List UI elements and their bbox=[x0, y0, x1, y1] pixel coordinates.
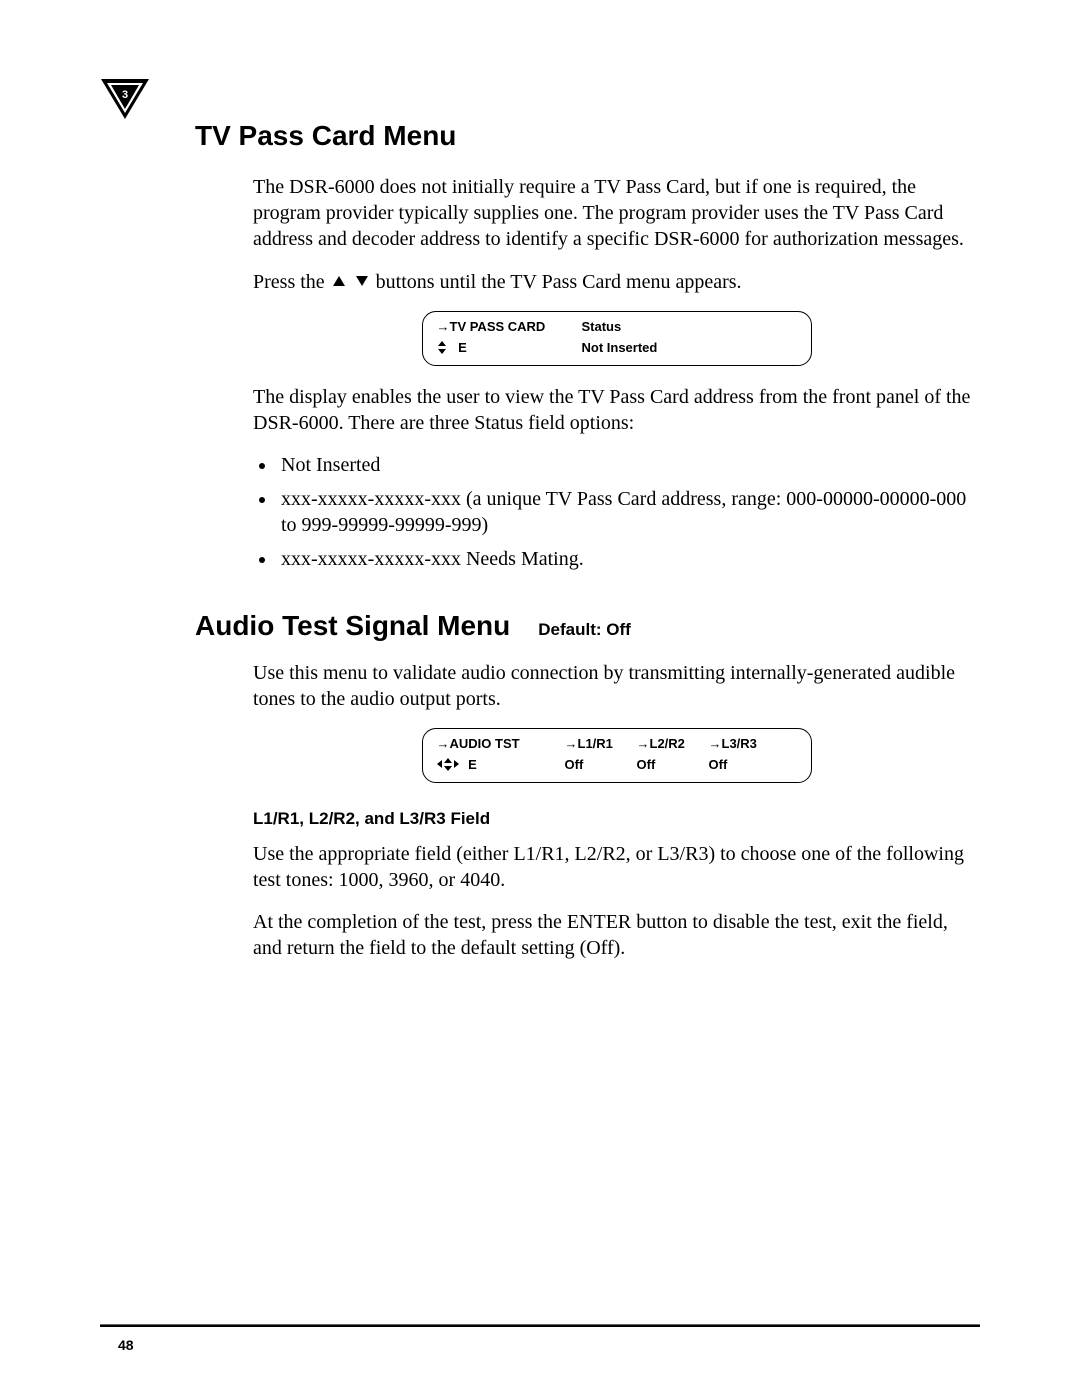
lcd-cell: →L3/R3 bbox=[709, 736, 771, 753]
paragraph: Use the appropriate field (either L1/R1,… bbox=[253, 841, 980, 893]
left-right-up-down-arrow-icon bbox=[437, 757, 463, 772]
lcd-cell: →L1/R1 bbox=[565, 736, 627, 753]
svg-text:3: 3 bbox=[122, 89, 128, 101]
paragraph: The display enables the user to view the… bbox=[253, 384, 980, 436]
list-item: xxx-xxxxx-xxxxx-xxx Needs Mating. bbox=[277, 546, 980, 572]
list-item: Not Inserted bbox=[277, 452, 980, 478]
lcd-display-tv-pass-card: →TV PASS CARD Status E Not Inserted bbox=[422, 311, 812, 366]
lcd-row: E Not Inserted bbox=[437, 340, 797, 357]
section2-sub-body: Use the appropriate field (either L1/R1,… bbox=[253, 841, 980, 961]
paragraph: The DSR-6000 does not initially require … bbox=[253, 174, 980, 252]
heading-default-label: Default: Off bbox=[538, 620, 631, 640]
heading-audio-test-signal-menu: Audio Test Signal Menu bbox=[195, 610, 510, 642]
content-area: TV Pass Card Menu The DSR-6000 does not … bbox=[195, 70, 980, 961]
chapter-badge: 3 bbox=[100, 78, 150, 120]
lcd-cell: →AUDIO TST bbox=[437, 736, 555, 753]
bullet-list: Not Inserted xxx-xxxxx-xxxxx-xxx (a uniq… bbox=[253, 452, 980, 572]
lcd-cell: Off bbox=[565, 757, 627, 774]
list-item: xxx-xxxxx-xxxxx-xxx (a unique TV Pass Ca… bbox=[277, 486, 980, 538]
text-fragment: buttons until the TV Pass Card menu appe… bbox=[376, 271, 742, 293]
lcd-display-audio-test: →AUDIO TST →L1/R1 →L2/R2 →L3/R3 bbox=[422, 728, 812, 783]
subheading-l1r1-l2r2-l3r3-field: L1/R1, L2/R2, and L3/R3 Field bbox=[253, 809, 980, 829]
lcd-cell: E bbox=[437, 340, 572, 357]
lcd-row: →TV PASS CARD Status bbox=[437, 319, 797, 336]
lcd-letter: E bbox=[468, 757, 477, 772]
paragraph: At the completion of the test, press the… bbox=[253, 909, 980, 961]
page-number: 48 bbox=[118, 1337, 134, 1353]
heading-row-audio-test: Audio Test Signal Menu Default: Off bbox=[195, 610, 980, 642]
lcd-row: E Off Off Off bbox=[437, 757, 797, 774]
section2-body: Use this menu to validate audio connecti… bbox=[253, 660, 980, 783]
page: 3 TV Pass Card Menu The DSR-6000 does no… bbox=[0, 0, 1080, 1397]
lcd-cell: Status bbox=[582, 319, 797, 336]
lcd-cell: Off bbox=[709, 757, 771, 774]
footer-rule bbox=[100, 1324, 980, 1327]
up-down-arrow-icon bbox=[437, 340, 451, 355]
lcd-cell: Not Inserted bbox=[582, 340, 797, 357]
paragraph: Use this menu to validate audio connecti… bbox=[253, 660, 980, 712]
lcd-cell: Off bbox=[637, 757, 699, 774]
paragraph: Press the buttons until the TV Pass Card… bbox=[253, 268, 980, 295]
lcd-cell: E bbox=[437, 757, 555, 774]
heading-tv-pass-card-menu: TV Pass Card Menu bbox=[195, 120, 980, 152]
chapter-triangle-icon: 3 bbox=[100, 78, 150, 120]
down-arrow-icon bbox=[355, 268, 369, 294]
lcd-row: →AUDIO TST →L1/R1 →L2/R2 →L3/R3 bbox=[437, 736, 797, 753]
up-arrow-icon bbox=[332, 268, 346, 294]
lcd-cell: →TV PASS CARD bbox=[437, 319, 572, 336]
section1-body: The DSR-6000 does not initially require … bbox=[253, 174, 980, 572]
text-fragment: Press the bbox=[253, 271, 330, 293]
lcd-cell: →L2/R2 bbox=[637, 736, 699, 753]
lcd-letter: E bbox=[458, 340, 467, 355]
